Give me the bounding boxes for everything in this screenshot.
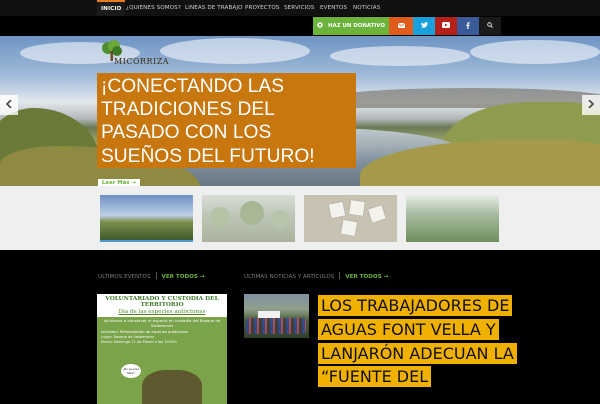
chevron-left-icon	[5, 98, 12, 111]
poster-details: Actividad: Reforestación de especies aut…	[97, 329, 227, 347]
event-poster[interactable]: VOLUNTARIADO Y CUSTODIA DEL TERRITORIO D…	[97, 294, 227, 404]
poster-photo	[142, 370, 202, 404]
donate-button[interactable]: HAZ UN DONATIVO	[313, 17, 389, 35]
card-image	[328, 201, 346, 219]
poster-line: Fecha: Domingo 11 de Marzo a las 10:00h	[101, 340, 177, 345]
top-navigation: INICIO ¿QUIENES SOMOS? LINEAS DE TRABAJO…	[0, 0, 600, 16]
card-image	[340, 219, 358, 237]
donate-icon	[317, 22, 323, 30]
poster-title: VOLUNTARIADO Y CUSTODIA DEL TERRITORIO	[97, 294, 227, 308]
slide-thumb-3[interactable]	[304, 195, 397, 242]
hero-cloud	[470, 40, 600, 64]
site-logo[interactable]: MICORRIZA	[100, 39, 169, 71]
hero-cloud	[330, 46, 470, 66]
slide-thumb-1[interactable]	[100, 195, 193, 242]
slide-thumbnails	[0, 186, 600, 250]
trees-thumb-image	[210, 201, 289, 228]
slider-prev-button[interactable]	[0, 95, 18, 115]
facebook-button[interactable]	[457, 17, 479, 35]
action-bar: HAZ UN DONATIVO	[313, 17, 501, 35]
nav-item-proyectos[interactable]: PROYECTOS	[245, 0, 279, 16]
search-icon	[487, 22, 493, 30]
news-view-all-link[interactable]: VER TODOS →	[345, 274, 388, 280]
nav-item-inicio[interactable]: INICIO	[97, 0, 126, 16]
nav-item-servicios[interactable]: SERVICIOS	[284, 0, 315, 16]
news-banner	[258, 311, 280, 318]
divider	[339, 272, 341, 279]
divider	[155, 272, 157, 279]
donate-label: HAZ UN DONATIVO	[328, 23, 385, 29]
poster-speech-bubble: ¡No puedes faltar!	[121, 364, 141, 378]
twitter-icon	[420, 22, 428, 30]
news-thumbnail[interactable]	[244, 294, 309, 338]
events-heading: ÚLTIMOS EVENTOS	[98, 274, 151, 280]
hero-cloud	[160, 38, 310, 64]
nav-item-noticias[interactable]: NOTICIAS	[353, 0, 380, 16]
poster-subtitle: Día de las especies autóctonas	[97, 308, 227, 317]
hero-title: ¡CONECTANDO LAS TRADICIONES DEL PASADO C…	[101, 76, 315, 167]
news-headline[interactable]: LOS TRABAJADORES DE AGUAS FONT VELLA Y L…	[318, 294, 518, 389]
search-button[interactable]	[479, 17, 501, 35]
content-section: ÚLTIMOS EVENTOS VER TODOS → ÚLTIMAS NOTIC…	[0, 250, 600, 404]
mail-button[interactable]	[389, 17, 413, 35]
slide-thumb-4[interactable]	[406, 195, 499, 242]
brand-name: MICORRIZA	[114, 57, 170, 66]
events-header: ÚLTIMOS EVENTOS VER TODOS →	[98, 272, 205, 280]
nav-item-eventos[interactable]: EVENTOS	[320, 0, 347, 16]
mail-icon	[397, 22, 405, 30]
slider-next-button[interactable]	[582, 95, 600, 115]
poster-lead: Ayúdanos a conservar el espacio en custo…	[103, 318, 221, 328]
card-image	[368, 205, 386, 223]
news-crowd	[246, 318, 306, 334]
news-headline-text: LOS TRABAJADORES DE AGUAS FONT VELLA Y L…	[318, 295, 517, 388]
card-image	[349, 200, 365, 216]
hero-caption: ¡CONECTANDO LAS TRADICIONES DEL PASADO C…	[97, 73, 356, 168]
events-view-all-link[interactable]: VER TODOS →	[162, 274, 205, 280]
facebook-icon	[466, 21, 470, 31]
news-heading: ÚLTIMAS NOTICIAS Y ARTÍCULOS	[244, 274, 335, 280]
nav-item-lineas-de-trabajo[interactable]: LINEAS DE TRABAJO	[185, 0, 243, 16]
news-header: ÚLTIMAS NOTICIAS Y ARTÍCULOS VER TODOS →	[244, 272, 388, 280]
nav-item-quienes-somos[interactable]: ¿QUIENES SOMOS?	[126, 0, 181, 16]
chevron-right-icon	[588, 98, 595, 111]
slide-thumb-2[interactable]	[202, 195, 295, 242]
youtube-icon	[442, 22, 450, 30]
twitter-button[interactable]	[413, 17, 435, 35]
youtube-button[interactable]	[435, 17, 457, 35]
